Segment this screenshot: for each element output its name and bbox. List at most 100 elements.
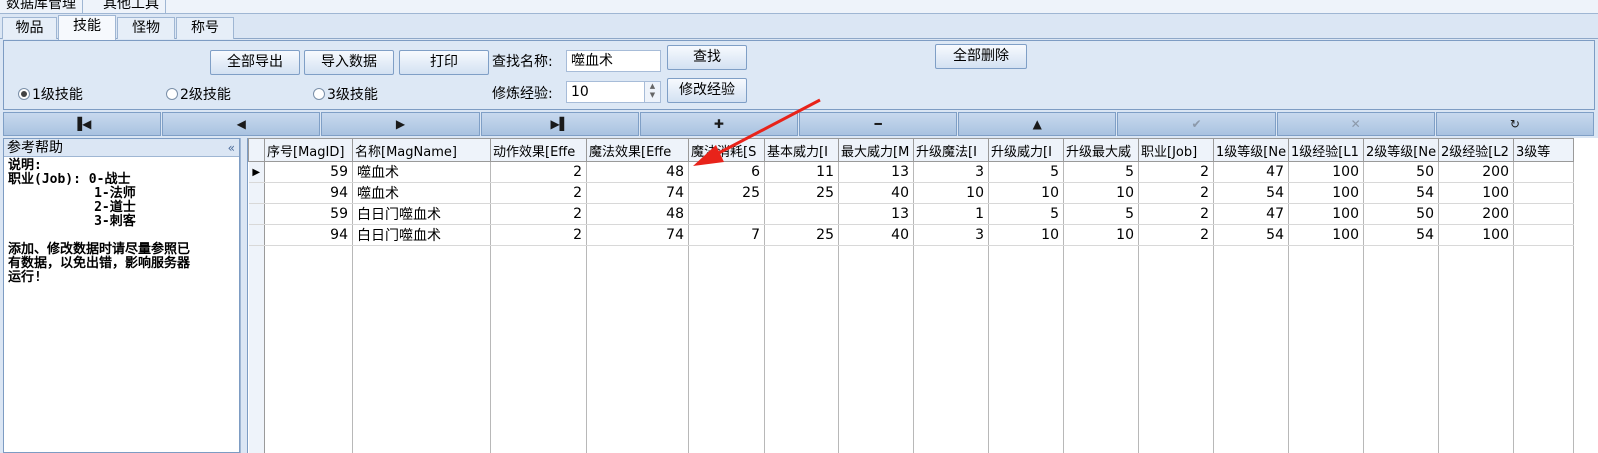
search-input[interactable]: 噬血术	[566, 50, 661, 72]
row-indicator[interactable]	[248, 224, 265, 246]
grid-cell[interactable]: 54	[1213, 224, 1289, 246]
grid-cell[interactable]: 2	[1138, 224, 1214, 246]
grid-cell[interactable]: 1	[913, 203, 989, 225]
grid-cell[interactable]: 2	[1138, 161, 1214, 183]
column-header[interactable]: 序号[MagID]	[264, 138, 353, 162]
grid-cell[interactable]: 噬血术	[352, 161, 491, 183]
search-button[interactable]: 查找	[667, 45, 747, 70]
column-header[interactable]: 升级魔法[I	[913, 138, 989, 162]
delete-all-button[interactable]: 全部删除	[935, 44, 1027, 69]
grid-cell[interactable]: 100	[1438, 182, 1514, 204]
grid-cell[interactable]: 48	[586, 161, 689, 183]
tab-monsters[interactable]: 怪物	[117, 17, 175, 39]
grid-cell[interactable]: 白日门噬血术	[352, 224, 491, 246]
column-header[interactable]: 升级最大威	[1063, 138, 1139, 162]
collapse-icon[interactable]: «	[228, 139, 235, 157]
cancel-edit-icon[interactable]: ✕	[1276, 112, 1435, 136]
grid-cell[interactable]: 54	[1213, 182, 1289, 204]
grid-cell[interactable]: 94	[264, 224, 353, 246]
grid-cell[interactable]: 2	[490, 224, 587, 246]
grid-cell[interactable]: 40	[838, 224, 914, 246]
table-row[interactable]: 94 白日门噬血术 2 74 7 25 40 3 10 10 2 54 100 54 100	[248, 224, 1574, 246]
table-row[interactable]: ▶ 59 噬血术 2 48 6 11 13 3 5 5 2 47 100 50 200	[248, 161, 1574, 183]
column-header[interactable]: 3级等	[1513, 138, 1574, 162]
grid-cell[interactable]: 5	[1063, 161, 1139, 183]
grid-cell[interactable]	[1513, 203, 1574, 225]
grid-cell[interactable]: 25	[764, 224, 839, 246]
column-header[interactable]: 基本威力[I	[764, 138, 839, 162]
grid-cell[interactable]: 5	[1063, 203, 1139, 225]
tab-items[interactable]: 物品	[2, 17, 57, 39]
grid-cell[interactable]: 2	[490, 161, 587, 183]
next-record-icon[interactable]: ▶	[321, 112, 480, 136]
grid-cell[interactable]: 25	[764, 182, 839, 204]
grid-cell[interactable]	[1513, 224, 1574, 246]
first-record-icon[interactable]: ▐◀	[3, 112, 162, 136]
grid-cell[interactable]: 50	[1363, 203, 1439, 225]
grid-cell[interactable]	[1513, 161, 1574, 183]
pane-splitter[interactable]	[240, 138, 246, 453]
column-header[interactable]: 魔法效果[Effe	[586, 138, 689, 162]
grid-cell[interactable]: 10	[1063, 182, 1139, 204]
grid-cell[interactable]: 10	[988, 182, 1064, 204]
grid-cell[interactable]: 200	[1438, 161, 1514, 183]
grid-cell[interactable]: 200	[1438, 203, 1514, 225]
spin-arrows-icon[interactable]: ▲ ▼	[644, 82, 660, 102]
grid-cell[interactable]: 100	[1438, 224, 1514, 246]
column-header[interactable]: 魔法消耗[S	[688, 138, 765, 162]
grid-cell[interactable]: 11	[764, 161, 839, 183]
edit-record-icon[interactable]: ▲	[958, 112, 1117, 136]
grid-cell[interactable]: 59	[264, 161, 353, 183]
column-header[interactable]: 1级经验[L1	[1288, 138, 1364, 162]
column-header[interactable]: 升级威力[I	[988, 138, 1064, 162]
grid-cell[interactable]: 10	[1063, 224, 1139, 246]
grid-cell[interactable]: 50	[1363, 161, 1439, 183]
grid-cell[interactable]: 10	[913, 182, 989, 204]
grid-cell[interactable]: 2	[1138, 182, 1214, 204]
menu-other-tools[interactable]: 其他工具	[97, 0, 166, 14]
column-header[interactable]: 2级等级[Ne	[1363, 138, 1439, 162]
grid-cell[interactable]: 3	[913, 224, 989, 246]
column-header[interactable]: 动作效果[Effe	[490, 138, 587, 162]
post-edit-icon[interactable]: ✔	[1117, 112, 1276, 136]
menu-database-management[interactable]: 数据库管理	[0, 0, 83, 14]
prior-record-icon[interactable]: ◀	[162, 112, 321, 136]
export-all-button[interactable]: 全部导出	[210, 50, 300, 75]
insert-record-icon[interactable]: ✚	[639, 112, 798, 136]
grid-cell[interactable]: 10	[988, 224, 1064, 246]
radio-level3-skill[interactable]: 3级技能	[313, 86, 378, 104]
grid-cell[interactable]: 2	[490, 182, 587, 204]
grid-cell[interactable]: 100	[1288, 161, 1364, 183]
grid-cell[interactable]: 59	[264, 203, 353, 225]
import-data-button[interactable]: 导入数据	[304, 50, 394, 75]
exp-spin-input[interactable]: 10 ▲ ▼	[566, 81, 661, 103]
table-row[interactable]: 94 噬血术 2 74 25 25 40 10 10 10 2 54 100 54 100	[248, 182, 1574, 204]
column-header[interactable]: 1级等级[Ne	[1213, 138, 1289, 162]
grid-cell[interactable]: 54	[1363, 224, 1439, 246]
column-header[interactable]: 名称[MagName]	[352, 138, 491, 162]
grid-cell[interactable]: 94	[264, 182, 353, 204]
grid-cell[interactable]: 47	[1213, 203, 1289, 225]
grid-cell[interactable]: 2	[490, 203, 587, 225]
grid-cell[interactable]: 100	[1288, 203, 1364, 225]
tab-titles[interactable]: 称号	[176, 17, 234, 39]
grid-cell[interactable]: 74	[586, 182, 689, 204]
last-record-icon[interactable]: ▶▌	[480, 112, 639, 136]
grid-cell[interactable]: 25	[688, 182, 765, 204]
grid-cell[interactable]: 噬血术	[352, 182, 491, 204]
grid-cell[interactable]: 3	[913, 161, 989, 183]
column-header[interactable]: 最大威力[M	[838, 138, 914, 162]
modify-exp-button[interactable]: 修改经验	[667, 78, 747, 103]
row-indicator[interactable]	[248, 182, 265, 204]
delete-record-icon[interactable]: ━	[799, 112, 958, 136]
grid-cell[interactable]: 47	[1213, 161, 1289, 183]
column-header[interactable]: 2级经验[L2	[1438, 138, 1514, 162]
grid-cell[interactable]: 40	[838, 182, 914, 204]
grid-cell[interactable]: 6	[688, 161, 765, 183]
radio-level1-skill[interactable]: 1级技能	[18, 86, 83, 104]
grid-cell[interactable]: 5	[988, 203, 1064, 225]
print-button[interactable]: 打印	[399, 50, 489, 75]
grid-cell[interactable]	[1513, 182, 1574, 204]
grid-cell[interactable]: 白日门噬血术	[352, 203, 491, 225]
current-row-indicator-icon[interactable]: ▶	[248, 161, 265, 183]
